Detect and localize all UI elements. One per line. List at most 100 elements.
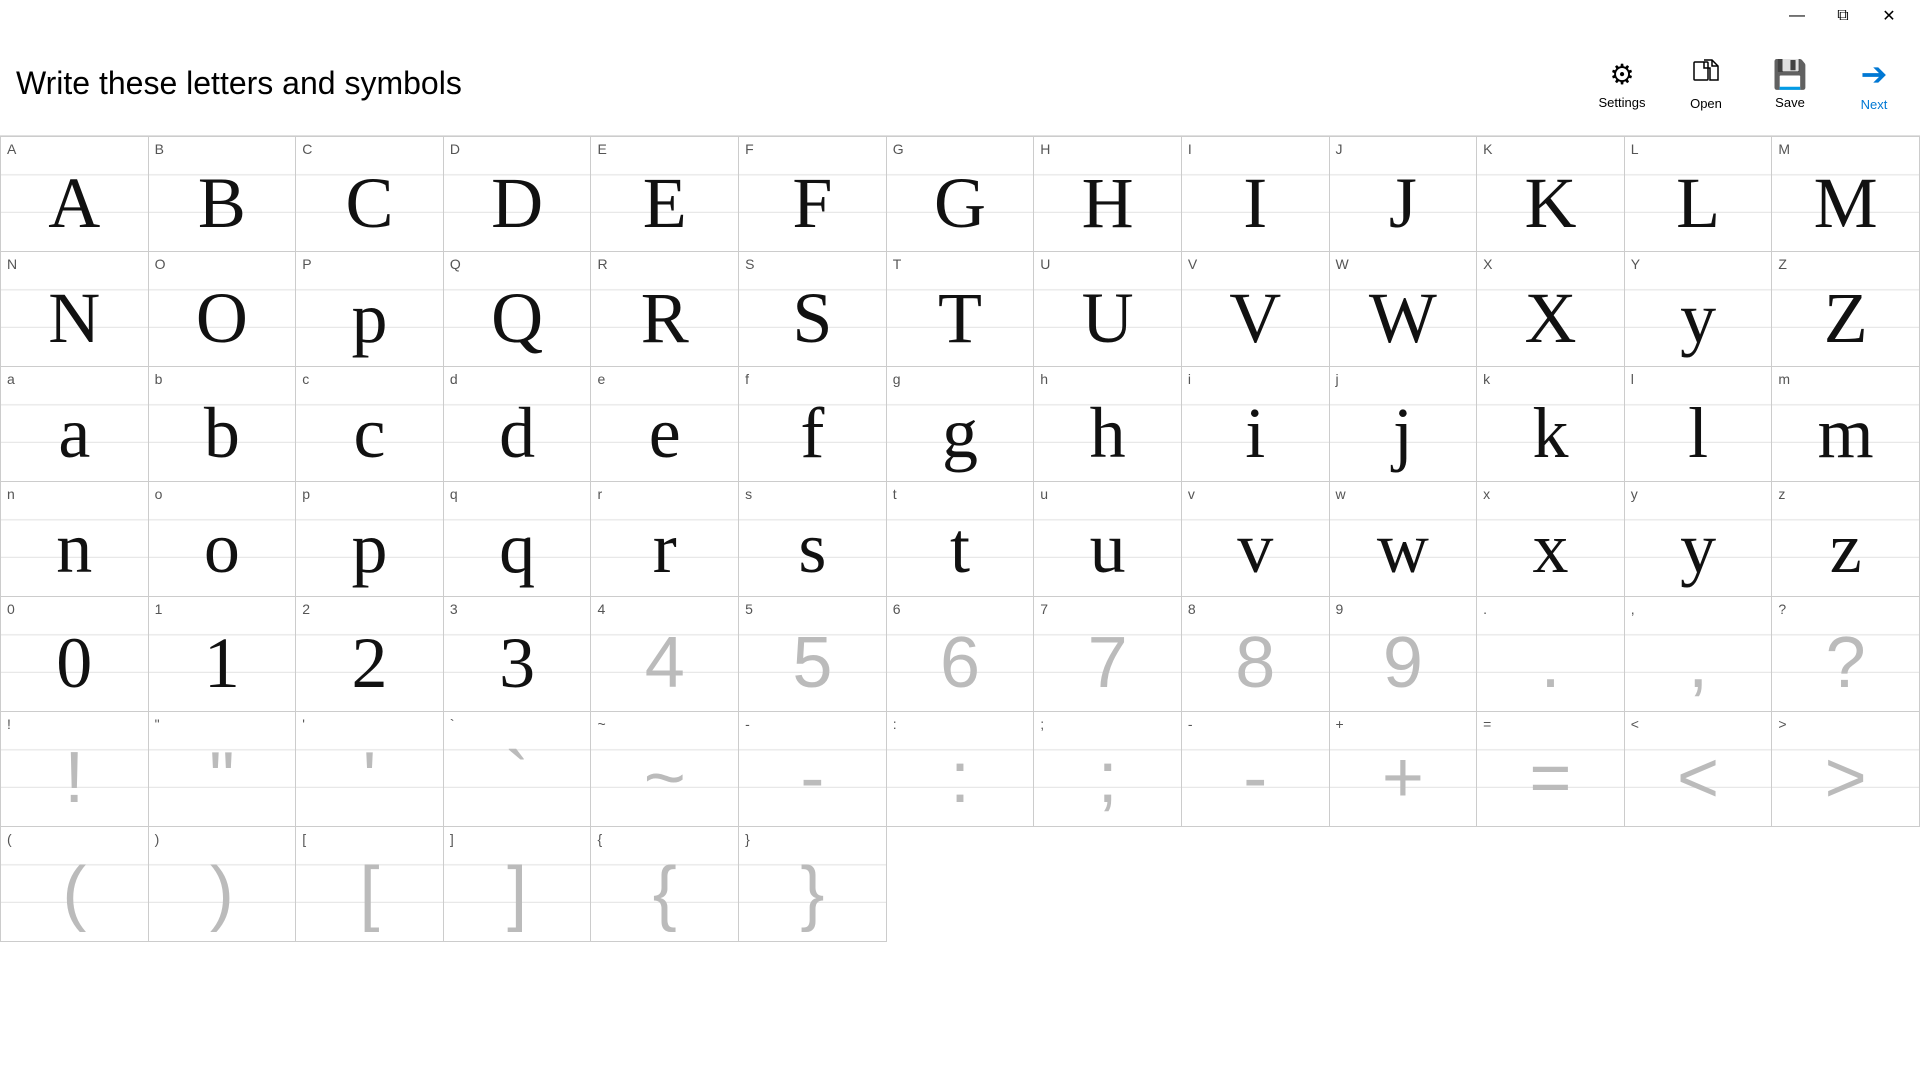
save-action[interactable]: 💾 Save xyxy=(1760,58,1820,110)
cell-Z[interactable]: ZZ xyxy=(1772,252,1920,367)
cell-m[interactable]: mm xyxy=(1772,367,1920,482)
cell-E[interactable]: EE xyxy=(591,137,739,252)
settings-action[interactable]: ⚙ Settings xyxy=(1592,58,1652,110)
cell-sym[interactable]: ~~ xyxy=(591,712,739,827)
toolbar: Write these letters and symbols ⚙ Settin… xyxy=(0,32,1920,136)
cell-c[interactable]: cc xyxy=(296,367,444,482)
cell-sym[interactable]: )) xyxy=(149,827,297,942)
minimize-button[interactable]: — xyxy=(1774,0,1820,32)
open-action[interactable]: Open xyxy=(1676,57,1736,111)
settings-icon: ⚙ xyxy=(1609,58,1634,91)
cell-J[interactable]: JJ xyxy=(1330,137,1478,252)
cell-0[interactable]: 00 xyxy=(1,597,149,712)
cell-sym[interactable]: `` xyxy=(444,712,592,827)
cell-3[interactable]: 33 xyxy=(444,597,592,712)
cell-4[interactable]: 44 xyxy=(591,597,739,712)
cell-G[interactable]: GG xyxy=(887,137,1035,252)
cell-char: ` xyxy=(450,735,585,822)
cell-y[interactable]: yy xyxy=(1625,482,1773,597)
cell-s[interactable]: ss xyxy=(739,482,887,597)
cell-S[interactable]: SS xyxy=(739,252,887,367)
close-button[interactable]: ✕ xyxy=(1866,0,1912,32)
cell-e[interactable]: ee xyxy=(591,367,739,482)
cell-B[interactable]: BB xyxy=(149,137,297,252)
cell-b[interactable]: bb xyxy=(149,367,297,482)
cell-Y[interactable]: Yy xyxy=(1625,252,1773,367)
next-label: Next xyxy=(1861,97,1888,112)
cell-p[interactable]: pp xyxy=(296,482,444,597)
cell-sym[interactable]: '' xyxy=(296,712,444,827)
cell-r[interactable]: rr xyxy=(591,482,739,597)
cell-Q[interactable]: QQ xyxy=(444,252,592,367)
cell-5[interactable]: 55 xyxy=(739,597,887,712)
cell-D[interactable]: DD xyxy=(444,137,592,252)
cell-C[interactable]: CC xyxy=(296,137,444,252)
cell-f[interactable]: ff xyxy=(739,367,887,482)
cell-H[interactable]: HH xyxy=(1034,137,1182,252)
cell-i[interactable]: ii xyxy=(1182,367,1330,482)
cell-8[interactable]: 88 xyxy=(1182,597,1330,712)
cell-X[interactable]: XX xyxy=(1477,252,1625,367)
cell-2[interactable]: 22 xyxy=(296,597,444,712)
cell-x[interactable]: xx xyxy=(1477,482,1625,597)
cell-sym[interactable]: (( xyxy=(1,827,149,942)
maximize-button[interactable]: ⧉ xyxy=(1820,0,1866,32)
cell-sym[interactable]: "" xyxy=(149,712,297,827)
cell-z[interactable]: zz xyxy=(1772,482,1920,597)
cell-char: 4 xyxy=(597,620,732,707)
cell-char: 0 xyxy=(7,620,142,707)
cell-a[interactable]: aa xyxy=(1,367,149,482)
cell-O[interactable]: OO xyxy=(149,252,297,367)
cell-sym[interactable]: -- xyxy=(739,712,887,827)
cell-n[interactable]: nn xyxy=(1,482,149,597)
cell-6[interactable]: 66 xyxy=(887,597,1035,712)
cell-T[interactable]: TT xyxy=(887,252,1035,367)
cell-sym[interactable]: >> xyxy=(1772,712,1920,827)
cell-sym[interactable]: :: xyxy=(887,712,1035,827)
cell-sym[interactable]: ;; xyxy=(1034,712,1182,827)
cell-u[interactable]: uu xyxy=(1034,482,1182,597)
cell-d[interactable]: dd xyxy=(444,367,592,482)
cell-sym[interactable]: ]] xyxy=(444,827,592,942)
cell-sym[interactable]: ,, xyxy=(1625,597,1773,712)
cell-o[interactable]: oo xyxy=(149,482,297,597)
cell-W[interactable]: WW xyxy=(1330,252,1478,367)
cell-w[interactable]: ww xyxy=(1330,482,1478,597)
cell-N[interactable]: NN xyxy=(1,252,149,367)
next-action[interactable]: ➔ Next xyxy=(1844,55,1904,112)
cell-char: N xyxy=(7,275,142,362)
cell-U[interactable]: UU xyxy=(1034,252,1182,367)
cell-t[interactable]: tt xyxy=(887,482,1035,597)
cell-sym[interactable]: {{ xyxy=(591,827,739,942)
cell-label: 6 xyxy=(893,601,901,618)
cell-k[interactable]: kk xyxy=(1477,367,1625,482)
cell-V[interactable]: VV xyxy=(1182,252,1330,367)
cell-A[interactable]: AA xyxy=(1,137,149,252)
cell-sym[interactable]: [[ xyxy=(296,827,444,942)
cell-sym[interactable]: ++ xyxy=(1330,712,1478,827)
cell-sym[interactable]: }} xyxy=(739,827,887,942)
cell-v[interactable]: vv xyxy=(1182,482,1330,597)
cell-sym[interactable]: == xyxy=(1477,712,1625,827)
cell-sym[interactable]: ?? xyxy=(1772,597,1920,712)
cell-j[interactable]: jj xyxy=(1330,367,1478,482)
cell-L[interactable]: LL xyxy=(1625,137,1773,252)
cell-M[interactable]: MM xyxy=(1772,137,1920,252)
cell-P[interactable]: Pp xyxy=(296,252,444,367)
cell-1[interactable]: 11 xyxy=(149,597,297,712)
cell-q[interactable]: qq xyxy=(444,482,592,597)
cell-l[interactable]: ll xyxy=(1625,367,1773,482)
cell-F[interactable]: FF xyxy=(739,137,887,252)
cell-9[interactable]: 99 xyxy=(1330,597,1478,712)
cell-I[interactable]: II xyxy=(1182,137,1330,252)
cell-K[interactable]: KK xyxy=(1477,137,1625,252)
cell-sym[interactable]: !! xyxy=(1,712,149,827)
cell-R[interactable]: RR xyxy=(591,252,739,367)
cell-char: p xyxy=(302,275,437,362)
cell-7[interactable]: 77 xyxy=(1034,597,1182,712)
cell-sym[interactable]: << xyxy=(1625,712,1773,827)
cell-h[interactable]: hh xyxy=(1034,367,1182,482)
cell-g[interactable]: gg xyxy=(887,367,1035,482)
cell-sym[interactable]: .. xyxy=(1477,597,1625,712)
cell-sym[interactable]: -- xyxy=(1182,712,1330,827)
